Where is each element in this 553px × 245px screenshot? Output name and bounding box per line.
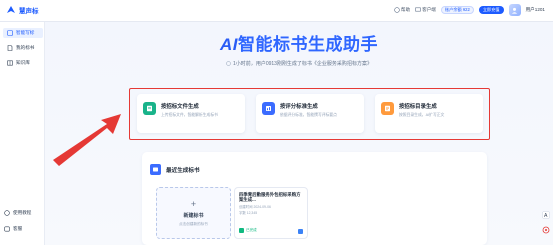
activity-text: 1小时前，用户0913刚刚生成了标书《企业服务采购招标方案》 [233,61,372,67]
clock-icon [226,61,231,66]
card-desc: 上传招标文件，智能解析生成标书 [161,113,218,117]
scale-icon [262,102,275,115]
headset-icon [4,226,10,232]
brand-name: 慧声标 [19,8,39,15]
new-bid-label: 新建标书 [183,212,204,219]
card-title: 按招标目录生成 [399,104,437,110]
sidebar: 智能写标 我的标书 知识库 使用教程 客服 [0,22,45,245]
top-bar: 慧声标 帮助 客户端 账户余额 ¥22 立即充值 用户1201 [0,0,553,22]
edit-icon [7,30,13,36]
balance-text: 账户余额 ¥22 [444,7,470,12]
page-title: AI智能标书生成助手 [45,30,553,55]
sidebar-item-my-bids[interactable]: 我的标书 [3,43,43,53]
sidebar-item-smart-write[interactable]: 智能写标 [3,28,43,38]
floating-settings-icon[interactable] [541,225,550,234]
card-desc: 按照目录生成，AI扩写正文 [399,113,445,117]
customer-link[interactable]: 客户端 [415,7,436,13]
status-icon [239,228,244,233]
account-balance[interactable]: 账户余额 ¥22 [440,6,474,14]
svg-text:A: A [544,213,548,219]
status-text: 已完成 [246,228,257,232]
help-icon [394,7,400,13]
sidebar-item-label: 知识库 [16,60,30,65]
help-label: 帮助 [400,7,411,12]
user-icon [511,7,518,14]
user-name[interactable]: 用户1201 [526,7,545,13]
floating-translate-icon[interactable]: A [541,210,550,219]
bid-title: 四季青后勤服务外包招标采购方案生成... [239,192,301,203]
recent-bids-panel: 最近生成标书 + 新建标书 点击创建新的标书 四季青后勤服务外包招标采购方案生成… [142,152,487,245]
tutorial-label: 使用教程 [13,210,32,215]
open-icon[interactable] [298,229,303,234]
plus-icon: + [190,198,197,209]
help-link[interactable]: 帮助 [394,7,410,13]
folder-icon [150,164,161,175]
sidebar-item-label: 智能写标 [16,30,35,35]
sidebar-support[interactable]: 客服 [4,226,22,232]
customer-label: 客户端 [422,7,436,12]
sidebar-item-knowledge[interactable]: 知识库 [3,58,43,68]
card-desc: 依据评分标准，智能撰写评标要点 [280,113,337,117]
brand[interactable]: 慧声标 [6,5,39,15]
generate-by-tender-file-card[interactable]: 按招标文件生成 上传招标文件，智能解析生成标书 [137,94,245,133]
new-bid-button[interactable]: + 新建标书 点击创建新的标书 [156,187,231,239]
logo-icon [7,6,15,13]
file-icon [7,45,13,51]
support-label: 客服 [13,226,23,231]
new-bid-hint: 点击创建新的标书 [179,221,208,226]
list-icon [381,102,394,115]
card-title: 按评分标准生成 [280,104,318,110]
sidebar-item-label: 我的标书 [16,45,35,50]
generate-by-catalog-card[interactable]: 按招标目录生成 按照目录生成，AI扩写正文 [375,94,483,133]
avatar[interactable] [508,4,521,16]
book-icon [7,60,13,66]
title-ai: AI [220,35,238,54]
card-title: 按招标文件生成 [161,104,199,110]
sidebar-tutorial[interactable]: 使用教程 [4,210,31,216]
question-icon [4,210,10,216]
recent-bid-card[interactable]: 四季青后勤服务外包招标采购方案生成... 创建时间 2024-09-06 字数 … [234,187,308,239]
title-rest: 智能标书生成助手 [238,35,378,54]
activity-ticker: 1小时前，用户0913刚刚生成了标书《企业服务采购招标方案》 [45,60,553,67]
monitor-icon [415,7,421,12]
bid-wordcount: 字数 12,345 [239,211,258,216]
annotation-arrow [53,114,121,166]
recharge-button[interactable]: 立即充值 [478,6,504,14]
generate-by-scoring-card[interactable]: 按评分标准生成 依据评分标准，智能撰写评标要点 [256,94,364,133]
recent-title: 最近生成标书 [166,167,200,174]
bid-created: 创建时间 2024-09-06 [239,204,271,209]
status-badge: 已完成 [239,228,257,233]
document-icon [143,102,156,115]
